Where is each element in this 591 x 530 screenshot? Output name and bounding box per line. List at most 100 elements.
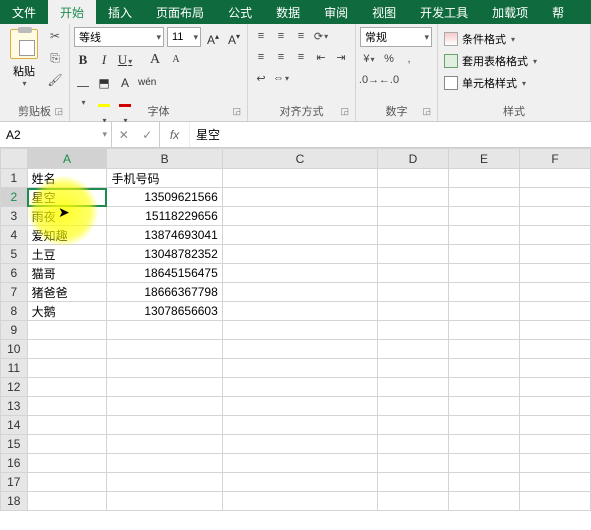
font-name-combo[interactable]: 等线▾ [74, 27, 164, 47]
cell-F15[interactable] [519, 435, 590, 454]
cell-B1[interactable]: 手机号码 [107, 169, 222, 188]
cell-F6[interactable] [519, 264, 590, 283]
cell-E12[interactable] [449, 378, 520, 397]
cell-C13[interactable] [222, 397, 377, 416]
cell-E7[interactable] [449, 283, 520, 302]
select-all-corner[interactable] [1, 149, 28, 169]
format-as-table-button[interactable]: 套用表格格式▾ [442, 51, 539, 71]
italic-button[interactable]: I [95, 50, 113, 70]
cell-A18[interactable] [27, 492, 107, 511]
cell-C1[interactable] [222, 169, 377, 188]
accounting-format-button[interactable]: ¥▾ [360, 50, 378, 68]
cell-C14[interactable] [222, 416, 377, 435]
cell-A14[interactable] [27, 416, 107, 435]
cell-A1[interactable]: 姓名 [27, 169, 107, 188]
align-top-button[interactable]: ≡ [252, 27, 270, 45]
cell-F12[interactable] [519, 378, 590, 397]
decrease-font-button[interactable]: A▾ [225, 27, 243, 47]
row-header-7[interactable]: 7 [1, 283, 28, 302]
col-header-E[interactable]: E [449, 149, 520, 169]
cell-A2[interactable]: 星空 [27, 188, 107, 207]
cell-D2[interactable] [378, 188, 449, 207]
col-header-B[interactable]: B [107, 149, 222, 169]
cell-D9[interactable] [378, 321, 449, 340]
cell-F13[interactable] [519, 397, 590, 416]
shrink-font-icon[interactable]: A [167, 50, 185, 70]
cell-C17[interactable] [222, 473, 377, 492]
increase-indent-button[interactable]: ⇥ [332, 48, 350, 66]
row-header-5[interactable]: 5 [1, 245, 28, 264]
tab-developer[interactable]: 开发工具 [408, 0, 480, 24]
tab-addins[interactable]: 加载项 [480, 0, 540, 24]
orientation-button[interactable]: ⟳▾ [312, 27, 330, 45]
cell-E16[interactable] [449, 454, 520, 473]
cell-E11[interactable] [449, 359, 520, 378]
cell-D4[interactable] [378, 226, 449, 245]
tab-data[interactable]: 数据 [264, 0, 312, 24]
cell-F8[interactable] [519, 302, 590, 321]
cell-C9[interactable] [222, 321, 377, 340]
percent-format-button[interactable]: % [380, 50, 398, 68]
cell-B17[interactable] [107, 473, 222, 492]
cell-E10[interactable] [449, 340, 520, 359]
cell-A9[interactable] [27, 321, 107, 340]
paste-button[interactable]: 粘贴 ▾ [4, 27, 44, 88]
cell-D13[interactable] [378, 397, 449, 416]
cell-B5[interactable]: 13048782352 [107, 245, 222, 264]
comma-format-button[interactable]: , [400, 50, 418, 68]
row-header-17[interactable]: 17 [1, 473, 28, 492]
cell-F2[interactable] [519, 188, 590, 207]
cell-B14[interactable] [107, 416, 222, 435]
cell-D10[interactable] [378, 340, 449, 359]
row-header-9[interactable]: 9 [1, 321, 28, 340]
align-left-button[interactable]: ≡ [252, 48, 270, 66]
cell-C12[interactable] [222, 378, 377, 397]
copy-icon[interactable]: ⎘ [46, 51, 64, 69]
cell-D17[interactable] [378, 473, 449, 492]
cell-A7[interactable]: 猪爸爸 [27, 283, 107, 302]
col-header-D[interactable]: D [378, 149, 449, 169]
cell-C6[interactable] [222, 264, 377, 283]
cell-D1[interactable] [378, 169, 449, 188]
cell-B2[interactable]: 13509621566 [107, 188, 222, 207]
phonetic-guide-button[interactable]: wén [137, 73, 155, 93]
merge-center-button[interactable]: ⇔▾ [272, 69, 290, 87]
cell-A6[interactable]: 猫哥 [27, 264, 107, 283]
cell-A13[interactable] [27, 397, 107, 416]
align-bottom-button[interactable]: ≡ [292, 27, 310, 45]
cell-C2[interactable] [222, 188, 377, 207]
cell-C16[interactable] [222, 454, 377, 473]
chevron-down-icon[interactable]: ▾ [102, 129, 107, 140]
cell-F3[interactable] [519, 207, 590, 226]
borders-button[interactable]: ▾ [74, 73, 92, 93]
col-header-C[interactable]: C [222, 149, 377, 169]
cell-F1[interactable] [519, 169, 590, 188]
cell-D6[interactable] [378, 264, 449, 283]
grid-table[interactable]: ABCDEF 1姓名手机号码2星空135096215663雨夜151182296… [0, 148, 591, 511]
cell-C4[interactable] [222, 226, 377, 245]
align-middle-button[interactable]: ≡ [272, 27, 290, 45]
cell-A10[interactable] [27, 340, 107, 359]
row-header-1[interactable]: 1 [1, 169, 28, 188]
cell-A3[interactable]: 雨夜 [27, 207, 107, 226]
cell-D11[interactable] [378, 359, 449, 378]
cell-B11[interactable] [107, 359, 222, 378]
fill-color-button[interactable]: ⬒▾ [95, 73, 113, 93]
cell-C8[interactable] [222, 302, 377, 321]
cell-B18[interactable] [107, 492, 222, 511]
cell-C7[interactable] [222, 283, 377, 302]
cell-E4[interactable] [449, 226, 520, 245]
cell-D14[interactable] [378, 416, 449, 435]
cell-E2[interactable] [449, 188, 520, 207]
cell-B8[interactable]: 13078656603 [107, 302, 222, 321]
clipboard-launcher[interactable]: ◲ [54, 106, 63, 117]
row-header-14[interactable]: 14 [1, 416, 28, 435]
cell-B15[interactable] [107, 435, 222, 454]
increase-decimal-button[interactable]: .0→ [360, 71, 378, 89]
cancel-icon[interactable]: ✕ [119, 128, 129, 142]
cell-C15[interactable] [222, 435, 377, 454]
cell-A4[interactable]: 爱知趣 [27, 226, 107, 245]
cell-B7[interactable]: 18666367798 [107, 283, 222, 302]
cell-E17[interactable] [449, 473, 520, 492]
increase-font-button[interactable]: A▴ [204, 27, 222, 47]
